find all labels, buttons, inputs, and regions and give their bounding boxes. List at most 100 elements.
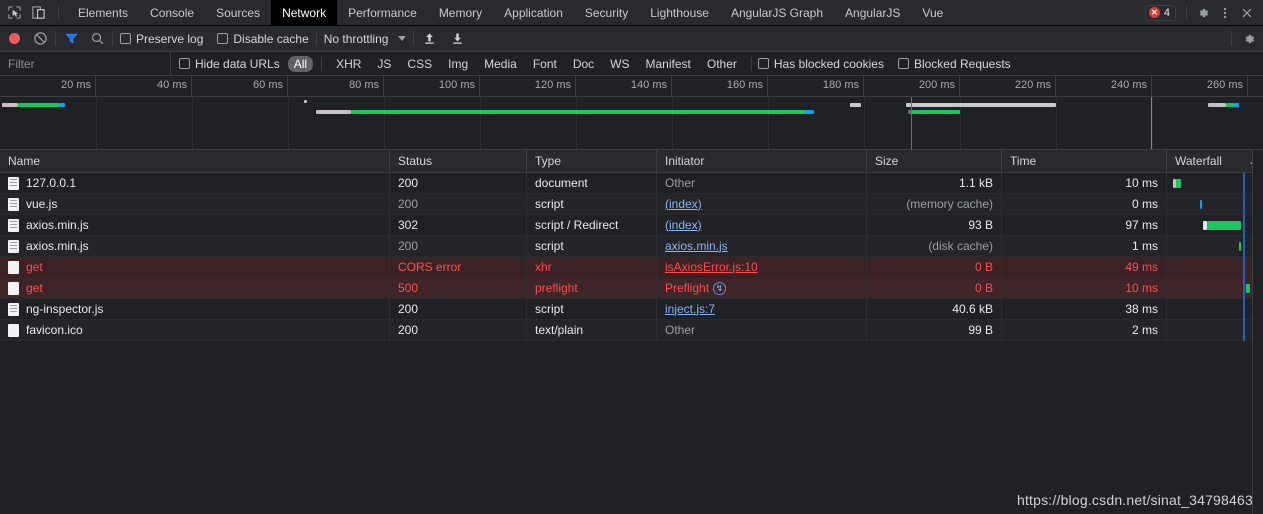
column-header-name[interactable]: Name — [0, 150, 390, 173]
ruler-tick: 100 ms — [384, 76, 480, 97]
type-filter-all[interactable]: All — [287, 55, 314, 72]
preserve-log-box — [120, 33, 131, 44]
overview-bar-request — [906, 103, 1056, 107]
cell-initiator[interactable]: (index) — [657, 214, 867, 236]
disable-cache-checkbox[interactable]: Disable cache — [217, 32, 309, 46]
cell-size: (memory cache) — [867, 193, 1002, 215]
cell-size: (disk cache) — [867, 235, 1002, 257]
tab-performance[interactable]: Performance — [337, 0, 428, 25]
type-filter-media[interactable]: Media — [478, 56, 523, 72]
table-row[interactable]: 127.0.0.1 200 document Other 1.1 kB 10 m… — [0, 173, 1263, 194]
request-name: get — [26, 280, 43, 295]
tab-elements[interactable]: Elements — [67, 0, 139, 25]
upload-har-icon[interactable] — [421, 31, 437, 47]
column-header-time[interactable]: Time — [1002, 150, 1167, 173]
record-button-icon[interactable] — [6, 31, 22, 47]
cell-status: CORS error — [390, 256, 527, 278]
network-overview[interactable]: 20 ms 40 ms 60 ms 80 ms 100 ms 120 ms 14… — [0, 76, 1263, 150]
table-row[interactable]: axios.min.js 302 script / Redirect (inde… — [0, 214, 1263, 236]
cell-name[interactable]: get — [0, 277, 390, 299]
tab-application[interactable]: Application — [493, 0, 574, 25]
network-settings-gear-icon[interactable] — [1239, 29, 1259, 49]
preserve-log-checkbox[interactable]: Preserve log — [120, 32, 203, 46]
type-filter-doc[interactable]: Doc — [567, 56, 600, 72]
tab-security[interactable]: Security — [574, 0, 639, 25]
type-filter-ws[interactable]: WS — [604, 56, 635, 72]
table-row[interactable]: axios.min.js 200 script axios.min.js (di… — [0, 235, 1263, 257]
waterfall-dcl-marker — [1243, 214, 1245, 236]
cell-size: 0 B — [867, 256, 1002, 278]
overview-bar-request — [2, 103, 18, 107]
inspect-cursor-icon[interactable] — [6, 5, 22, 21]
column-header-initiator[interactable]: Initiator — [657, 150, 867, 173]
cell-initiator[interactable]: Preflight ↯ — [657, 277, 867, 299]
type-filter-js[interactable]: JS — [371, 56, 397, 72]
cell-name[interactable]: favicon.ico — [0, 319, 390, 341]
search-icon[interactable] — [89, 31, 105, 47]
type-filter-other[interactable]: Other — [701, 56, 743, 72]
initiator-link[interactable]: (index) — [665, 218, 702, 232]
type-filter-css[interactable]: CSS — [401, 56, 438, 72]
tab-memory[interactable]: Memory — [428, 0, 493, 25]
close-icon[interactable] — [1237, 3, 1257, 23]
filter-input[interactable] — [0, 51, 170, 76]
tab-sources[interactable]: Sources — [205, 0, 271, 25]
tab-lighthouse[interactable]: Lighthouse — [639, 0, 720, 25]
gear-icon[interactable] — [1193, 3, 1213, 23]
column-header-waterfall[interactable]: Waterfall — [1167, 150, 1263, 173]
cell-name[interactable]: axios.min.js — [0, 214, 390, 236]
throttling-dropdown[interactable]: No throttling — [324, 32, 407, 46]
ruler-tick: 40 ms — [96, 76, 192, 97]
initiator-link[interactable]: (index) — [665, 197, 702, 211]
vertical-scrollbar[interactable] — [1252, 150, 1263, 514]
blocked-requests-checkbox[interactable]: Blocked Requests — [897, 57, 1011, 71]
tab-angularjs-graph[interactable]: AngularJS Graph — [720, 0, 834, 25]
hide-data-urls-checkbox[interactable]: Hide data URLs — [179, 57, 280, 71]
type-filter-img[interactable]: Img — [442, 56, 474, 72]
cell-name[interactable]: ng-inspector.js — [0, 298, 390, 320]
table-row[interactable]: get 500 preflight Preflight ↯ 0 B 10 ms — [0, 277, 1263, 299]
cell-initiator[interactable]: axios.min.js — [657, 235, 867, 257]
cell-initiator[interactable]: (index) — [657, 193, 867, 215]
has-blocked-cookies-checkbox[interactable]: Has blocked cookies — [757, 57, 884, 71]
requests-table: Name Status Type Initiator Size Time Wat… — [0, 150, 1263, 514]
error-count-badge[interactable]: ✕ 4 — [1144, 4, 1176, 21]
clear-network-icon[interactable] — [32, 31, 48, 47]
ruler-tick: 20 ms — [0, 76, 96, 97]
funnel-filter-icon[interactable] — [63, 31, 79, 47]
initiator-link[interactable]: inject.js:7 — [665, 302, 715, 316]
tab-vue[interactable]: Vue — [911, 0, 954, 25]
column-header-type[interactable]: Type — [527, 150, 657, 173]
type-filter-xhr[interactable]: XHR — [330, 56, 367, 72]
overview-bars[interactable] — [0, 97, 1263, 149]
toolbar-divider-5 — [1231, 31, 1232, 46]
table-row[interactable]: vue.js 200 script (index) (memory cache)… — [0, 193, 1263, 215]
network-toolbar: Preserve log Disable cache No throttling — [0, 26, 1263, 52]
cell-initiator[interactable]: inject.js:7 — [657, 298, 867, 320]
column-header-status[interactable]: Status — [390, 150, 527, 173]
initiator-link[interactable]: isAxiosError.js:10 — [665, 260, 758, 274]
waterfall-dcl-marker — [1243, 173, 1245, 194]
column-header-size[interactable]: Size — [867, 150, 1002, 173]
type-filter-manifest[interactable]: Manifest — [640, 56, 697, 72]
cell-initiator[interactable]: isAxiosError.js:10 — [657, 256, 867, 278]
cell-name[interactable]: get — [0, 256, 390, 278]
kebab-menu-icon[interactable] — [1215, 3, 1235, 23]
cell-name[interactable]: vue.js — [0, 193, 390, 215]
type-filter-font[interactable]: Font — [527, 56, 563, 72]
cell-name[interactable]: axios.min.js — [0, 235, 390, 257]
preflight-info-icon[interactable]: ↯ — [713, 281, 727, 295]
tab-console[interactable]: Console — [139, 0, 205, 25]
download-har-icon[interactable] — [449, 31, 465, 47]
cell-time: 49 ms — [1002, 256, 1167, 278]
cell-name[interactable]: 127.0.0.1 — [0, 173, 390, 194]
cell-waterfall — [1167, 193, 1263, 215]
tab-angularjs[interactable]: AngularJS — [834, 0, 911, 25]
tab-network[interactable]: Network — [271, 0, 338, 25]
table-row[interactable]: ng-inspector.js 200 script inject.js:7 4… — [0, 298, 1263, 320]
device-toolbar-icon[interactable] — [30, 5, 46, 21]
initiator-link[interactable]: axios.min.js — [665, 239, 728, 253]
table-row[interactable]: get CORS error xhr isAxiosError.js:10 0 … — [0, 256, 1263, 278]
overview-bar-request — [1234, 103, 1239, 107]
table-row[interactable]: favicon.ico 200 text/plain Other 99 B 2 … — [0, 319, 1263, 341]
